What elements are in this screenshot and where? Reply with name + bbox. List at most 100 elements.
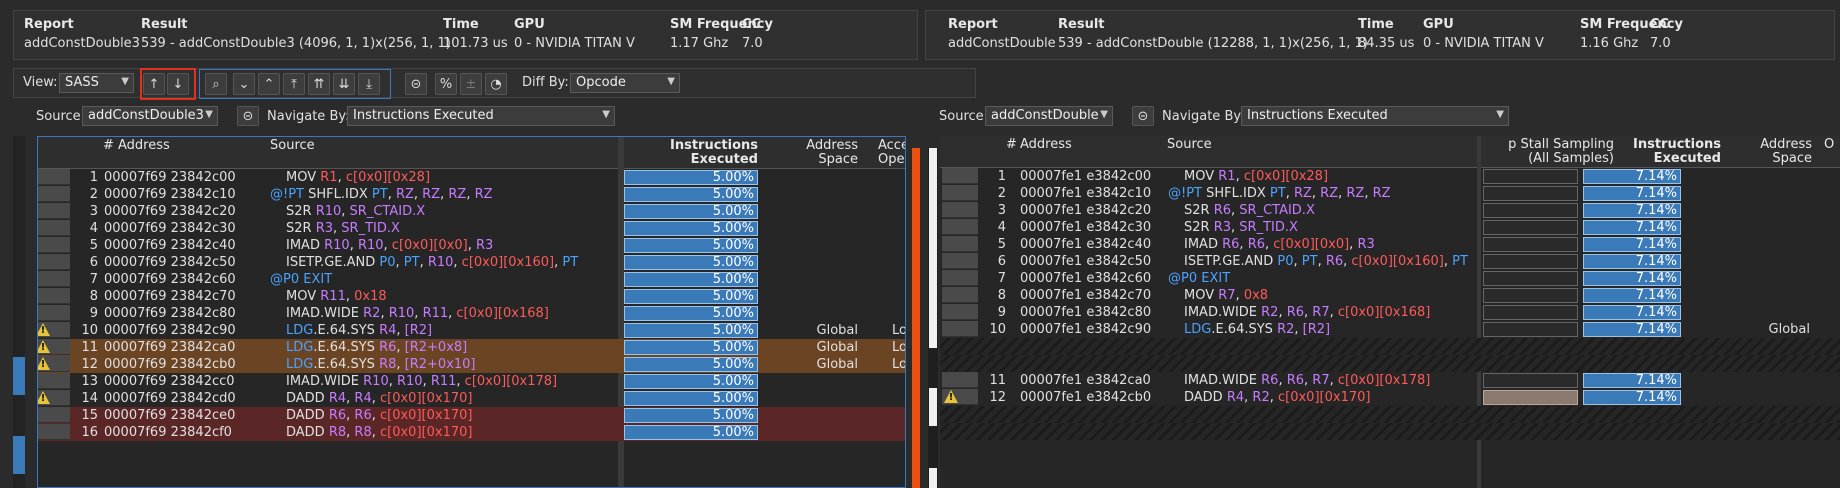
source-cell: @!PT SHFL.IDX PT, RZ, RZ, RZ, RZ (1168, 186, 1391, 201)
plus-minus-button[interactable]: ± (460, 73, 482, 95)
table-row[interactable]: 3 00007f69 23842c20 S2R R10, SR_CTAID.X 5.0… (38, 203, 905, 220)
table-row[interactable]: 1 00007fe1 e3842c00 MOV R1, c[0x0][0x28] 7.… (940, 168, 1840, 185)
chevron-down-icon: ▼ (1496, 109, 1504, 120)
source-cell: IMAD.WIDE R6, R6, R7, c[0x0][0x178] (1168, 373, 1430, 388)
col-access-header[interactable]: AcceOperat (878, 139, 905, 167)
col-address-space-header[interactable]: Address Space (760, 139, 858, 167)
col-address-header[interactable]: Address (1020, 138, 1072, 152)
table-row[interactable]: 15 00007f69 23842ce0 DADD R6, R6, c[0x0][0… (38, 407, 905, 424)
opcode: S2R (286, 221, 312, 236)
link-scroll-button[interactable]: ⊝ (405, 73, 427, 95)
table-row[interactable]: 11 00007fe1 e3842ca0 IMAD.WIDE R6, R6, R7,… (940, 372, 1840, 389)
row-number: 15 (81, 408, 98, 423)
stall-sampling-bar (1483, 203, 1578, 218)
col-instructions-header[interactable]: Instructions Executed (1616, 138, 1721, 166)
operand: R10 (315, 204, 342, 219)
table-row[interactable]: 6 00007fe1 e3842c50 ISETP.GE.AND P0, PT, R… (940, 253, 1840, 270)
right-source-select[interactable]: addConstDouble ▼ (985, 106, 1113, 126)
instructions-executed-bar: 5.00% (624, 238, 758, 253)
row-address: 00007f69 23842c00 (104, 170, 236, 185)
table-row[interactable]: 10 00007fe1 e3842c90 LDG.E.64.SYS R2, [R2]… (940, 321, 1840, 338)
predicate: @!PT (270, 187, 309, 202)
col-source-header[interactable]: Source (270, 139, 315, 153)
table-row[interactable]: 4 00007f69 23842c30 S2R R3, SR_TID.X 5.00% (38, 220, 905, 237)
search-icon: ⌕ (212, 76, 220, 92)
col-address-space-header[interactable]: Address Space (1728, 138, 1812, 166)
operand: R6 (1286, 373, 1305, 388)
table-row[interactable]: 9 00007fe1 e3842c80 IMAD.WIDE R2, R6, R7, … (940, 304, 1840, 321)
source-cell: LDG.E.64.SYS R6, [R2+0x8] (270, 340, 467, 355)
table-row[interactable]: 5 00007f69 23842c40 IMAD R10, R10, c[0x0][… (38, 237, 905, 254)
scroll-bottom-button[interactable]: ⤓ (358, 73, 380, 95)
operand: R2 (1277, 322, 1295, 337)
left-navigate-label: Navigate By: (267, 109, 350, 124)
table-row[interactable]: 8 00007fe1 e3842c70 MOV R7, 0x8 7.14% (940, 287, 1840, 304)
table-row[interactable]: ! 11 00007f69 23842ca0 LDG.E.64.SYS R6, [R2… (38, 339, 905, 356)
pie-chart-button[interactable]: ◔ (485, 73, 507, 95)
operand: P0 (379, 255, 396, 270)
table-row[interactable]: 4 00007fe1 e3842c30 S2R R3, SR_TID.X 7.14% (940, 219, 1840, 236)
opcode-suffix: .E.64.SYS (313, 323, 375, 338)
table-row[interactable]: 7 00007fe1 e3842c60 @P0 EXIT 7.14% (940, 270, 1840, 287)
operand: 0x8 (1243, 288, 1269, 303)
table-row[interactable]: ! 14 00007f69 23842cd0 DADD R4, R4, c[0x0][… (38, 390, 905, 407)
right-link-button[interactable]: ⊝ (1132, 106, 1154, 126)
col-address-header[interactable]: Address (118, 139, 170, 153)
table-row[interactable]: 7 00007f69 23842c60 @P0 EXIT 5.00% (38, 271, 905, 288)
opcode: SHFL.IDX (308, 187, 368, 202)
row-address: 00007fe1 e3842c70 (1020, 288, 1152, 303)
previous-instruction-button[interactable]: ↑ (143, 73, 165, 95)
col-source-header[interactable]: Source (1167, 138, 1212, 152)
table-row[interactable]: 2 00007f69 23842c10 @!PT SHFL.IDX PT, RZ, … (38, 186, 905, 203)
view-select[interactable]: SASS ▼ (59, 73, 134, 93)
source-cell: DADD R6, R6, c[0x0][0x170] (270, 408, 472, 423)
opcode: IMAD.WIDE (1184, 305, 1257, 320)
row-address: 00007f69 23842cf0 (104, 425, 232, 440)
table-row[interactable]: 3 00007fe1 e3842c20 S2R R6, SR_CTAID.X 7.14… (940, 202, 1840, 219)
search-button[interactable]: ⌕ (205, 73, 227, 95)
left-source-grid[interactable]: # Address Source Instructions Executed Ad… (37, 136, 906, 488)
row-address: 00007f69 23842cd0 (104, 391, 236, 406)
operand: R7 (1312, 373, 1330, 388)
table-row[interactable]: 2 00007fe1 e3842c10 @!PT SHFL.IDX PT, RZ, … (940, 185, 1840, 202)
right-navigate-select[interactable]: Instructions Executed ▼ (1241, 106, 1509, 126)
scroll-top-button[interactable]: ⤒ (283, 73, 305, 95)
col-number-header[interactable]: # (103, 139, 114, 153)
col-access-header[interactable]: O (1824, 138, 1834, 152)
table-row[interactable]: 1 00007f69 23842c00 MOV R1, c[0x0][0x28] 5.… (38, 169, 905, 186)
table-row[interactable]: 13 00007f69 23842cc0 IMAD.WIDE R10, R10, R… (38, 373, 905, 390)
table-row[interactable]: 5 00007fe1 e3842c40 IMAD R6, R6, c[0x0][0x… (940, 236, 1840, 253)
find-previous-button[interactable]: ⌃ (258, 73, 280, 95)
table-row[interactable]: ! 12 00007f69 23842cb0 LDG.E.64.SYS R8, [R2… (38, 356, 905, 373)
right-source-grid[interactable]: # Address Source p Stall Sampling (All Sa… (940, 136, 1840, 488)
table-row[interactable]: 6 00007f69 23842c50 ISETP.GE.AND P0, PT, R… (38, 254, 905, 271)
table-row[interactable]: 16 00007f69 23842cf0 DADD R8, R8, c[0x0][0… (38, 424, 905, 441)
diff-by-select[interactable]: Opcode ▼ (570, 73, 680, 93)
table-row[interactable]: ! 12 00007fe1 e3842cb0 DADD R4, R2, c[0x0][… (940, 389, 1840, 406)
percent-button[interactable]: % (435, 73, 457, 95)
col-instructions-header[interactable]: Instructions Executed (613, 139, 758, 167)
row-number: 13 (81, 374, 98, 389)
operand: , (337, 170, 346, 185)
table-row[interactable]: ! 10 00007f69 23842c90 LDG.E.64.SYS R4, [R2… (38, 322, 905, 339)
left-source-select[interactable]: addConstDouble3 ▼ (82, 106, 218, 126)
stall-sampling-bar (1483, 169, 1578, 184)
operand: , (371, 408, 380, 423)
col-stall-header[interactable]: p Stall Sampling (All Samples) (1480, 138, 1614, 166)
left-navigate-select[interactable]: Instructions Executed ▼ (347, 106, 615, 126)
table-row[interactable]: 9 00007f69 23842c80 IMAD.WIDE R2, R10, R11… (38, 305, 905, 322)
left-link-button[interactable]: ⊝ (237, 106, 259, 126)
jump-next-hot-button[interactable]: ⇊ (333, 73, 355, 95)
operand: , (396, 340, 405, 355)
instructions-executed-bar: 5.00% (624, 204, 758, 219)
row-gutter (942, 270, 978, 286)
jump-prev-hot-button[interactable]: ⇈ (308, 73, 330, 95)
operand: R2 (363, 306, 381, 321)
find-next-button[interactable]: ⌄ (233, 73, 255, 95)
col-number-header[interactable]: # (1006, 138, 1017, 152)
operand: SR_CTAID.X (1239, 203, 1315, 218)
table-row[interactable]: 8 00007f69 23842c70 MOV R11, 0x18 5.00% (38, 288, 905, 305)
next-instruction-button[interactable]: ↓ (167, 73, 189, 95)
opcode: DADD (1184, 390, 1223, 405)
operand: , (1364, 186, 1373, 201)
